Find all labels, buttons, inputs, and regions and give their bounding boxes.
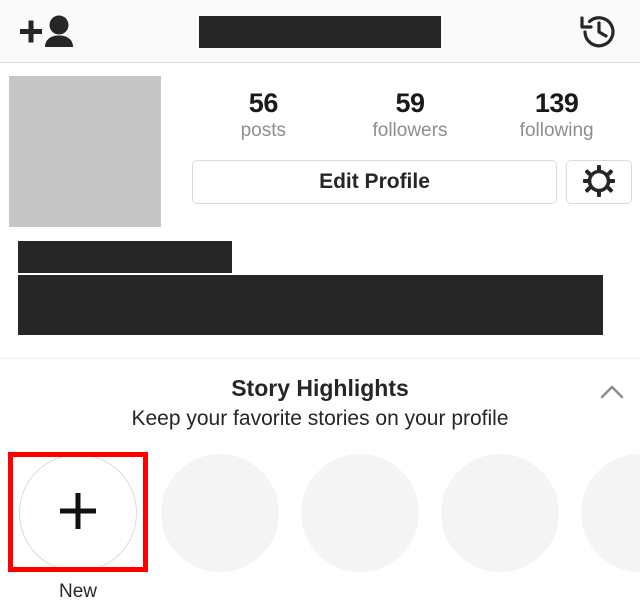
profile-avatar[interactable] [9, 76, 161, 227]
add-person-icon[interactable] [18, 12, 78, 52]
chevron-up-icon[interactable] [596, 380, 628, 406]
highlight-placeholder-1[interactable] [150, 450, 290, 580]
stat-posts-value: 56 [248, 88, 279, 118]
story-highlights-header: Story Highlights Keep your favorite stor… [0, 374, 640, 433]
highlight-placeholder-2[interactable] [290, 450, 430, 580]
profile-bio-redacted-bar [18, 275, 603, 335]
stat-followers[interactable]: 59 followers [337, 88, 482, 143]
highlight-new-button[interactable]: New [8, 450, 148, 604]
top-navigation-bar [0, 0, 640, 63]
edit-profile-button[interactable]: Edit Profile [192, 160, 557, 204]
stat-posts[interactable]: 56 posts [191, 88, 336, 143]
stat-following-value: 139 [534, 88, 579, 118]
highlight-placeholder-circle[interactable] [301, 454, 419, 572]
settings-button[interactable] [566, 160, 632, 204]
highlight-placeholder-circle[interactable] [581, 454, 640, 572]
story-highlights-title: Story Highlights [231, 375, 409, 401]
history-archive-icon[interactable] [576, 10, 622, 54]
plus-icon [56, 489, 100, 538]
profile-action-row: Edit Profile [192, 160, 632, 204]
section-divider [0, 358, 640, 359]
highlight-placeholder-4[interactable] [570, 450, 640, 580]
highlight-new-circle[interactable] [19, 454, 137, 572]
story-highlights-row[interactable]: New [0, 450, 640, 612]
highlight-placeholder-3[interactable] [430, 450, 570, 580]
stat-followers-label: followers [372, 120, 448, 141]
stat-following[interactable]: 139 following [484, 88, 629, 143]
stat-followers-value: 59 [395, 88, 425, 118]
username-redacted-bar[interactable] [199, 16, 441, 48]
stat-posts-label: posts [240, 120, 287, 141]
highlight-placeholder-circle[interactable] [161, 454, 279, 572]
stat-following-label: following [519, 120, 594, 141]
highlight-placeholder-circle[interactable] [441, 454, 559, 572]
profile-stats: 56 posts 59 followers 139 following [190, 88, 630, 143]
highlight-new-label: New [58, 581, 97, 602]
story-highlights-subtitle: Keep your favorite stories on your profi… [131, 407, 509, 430]
profile-name-redacted-bar [18, 241, 232, 273]
gear-icon [582, 164, 616, 201]
